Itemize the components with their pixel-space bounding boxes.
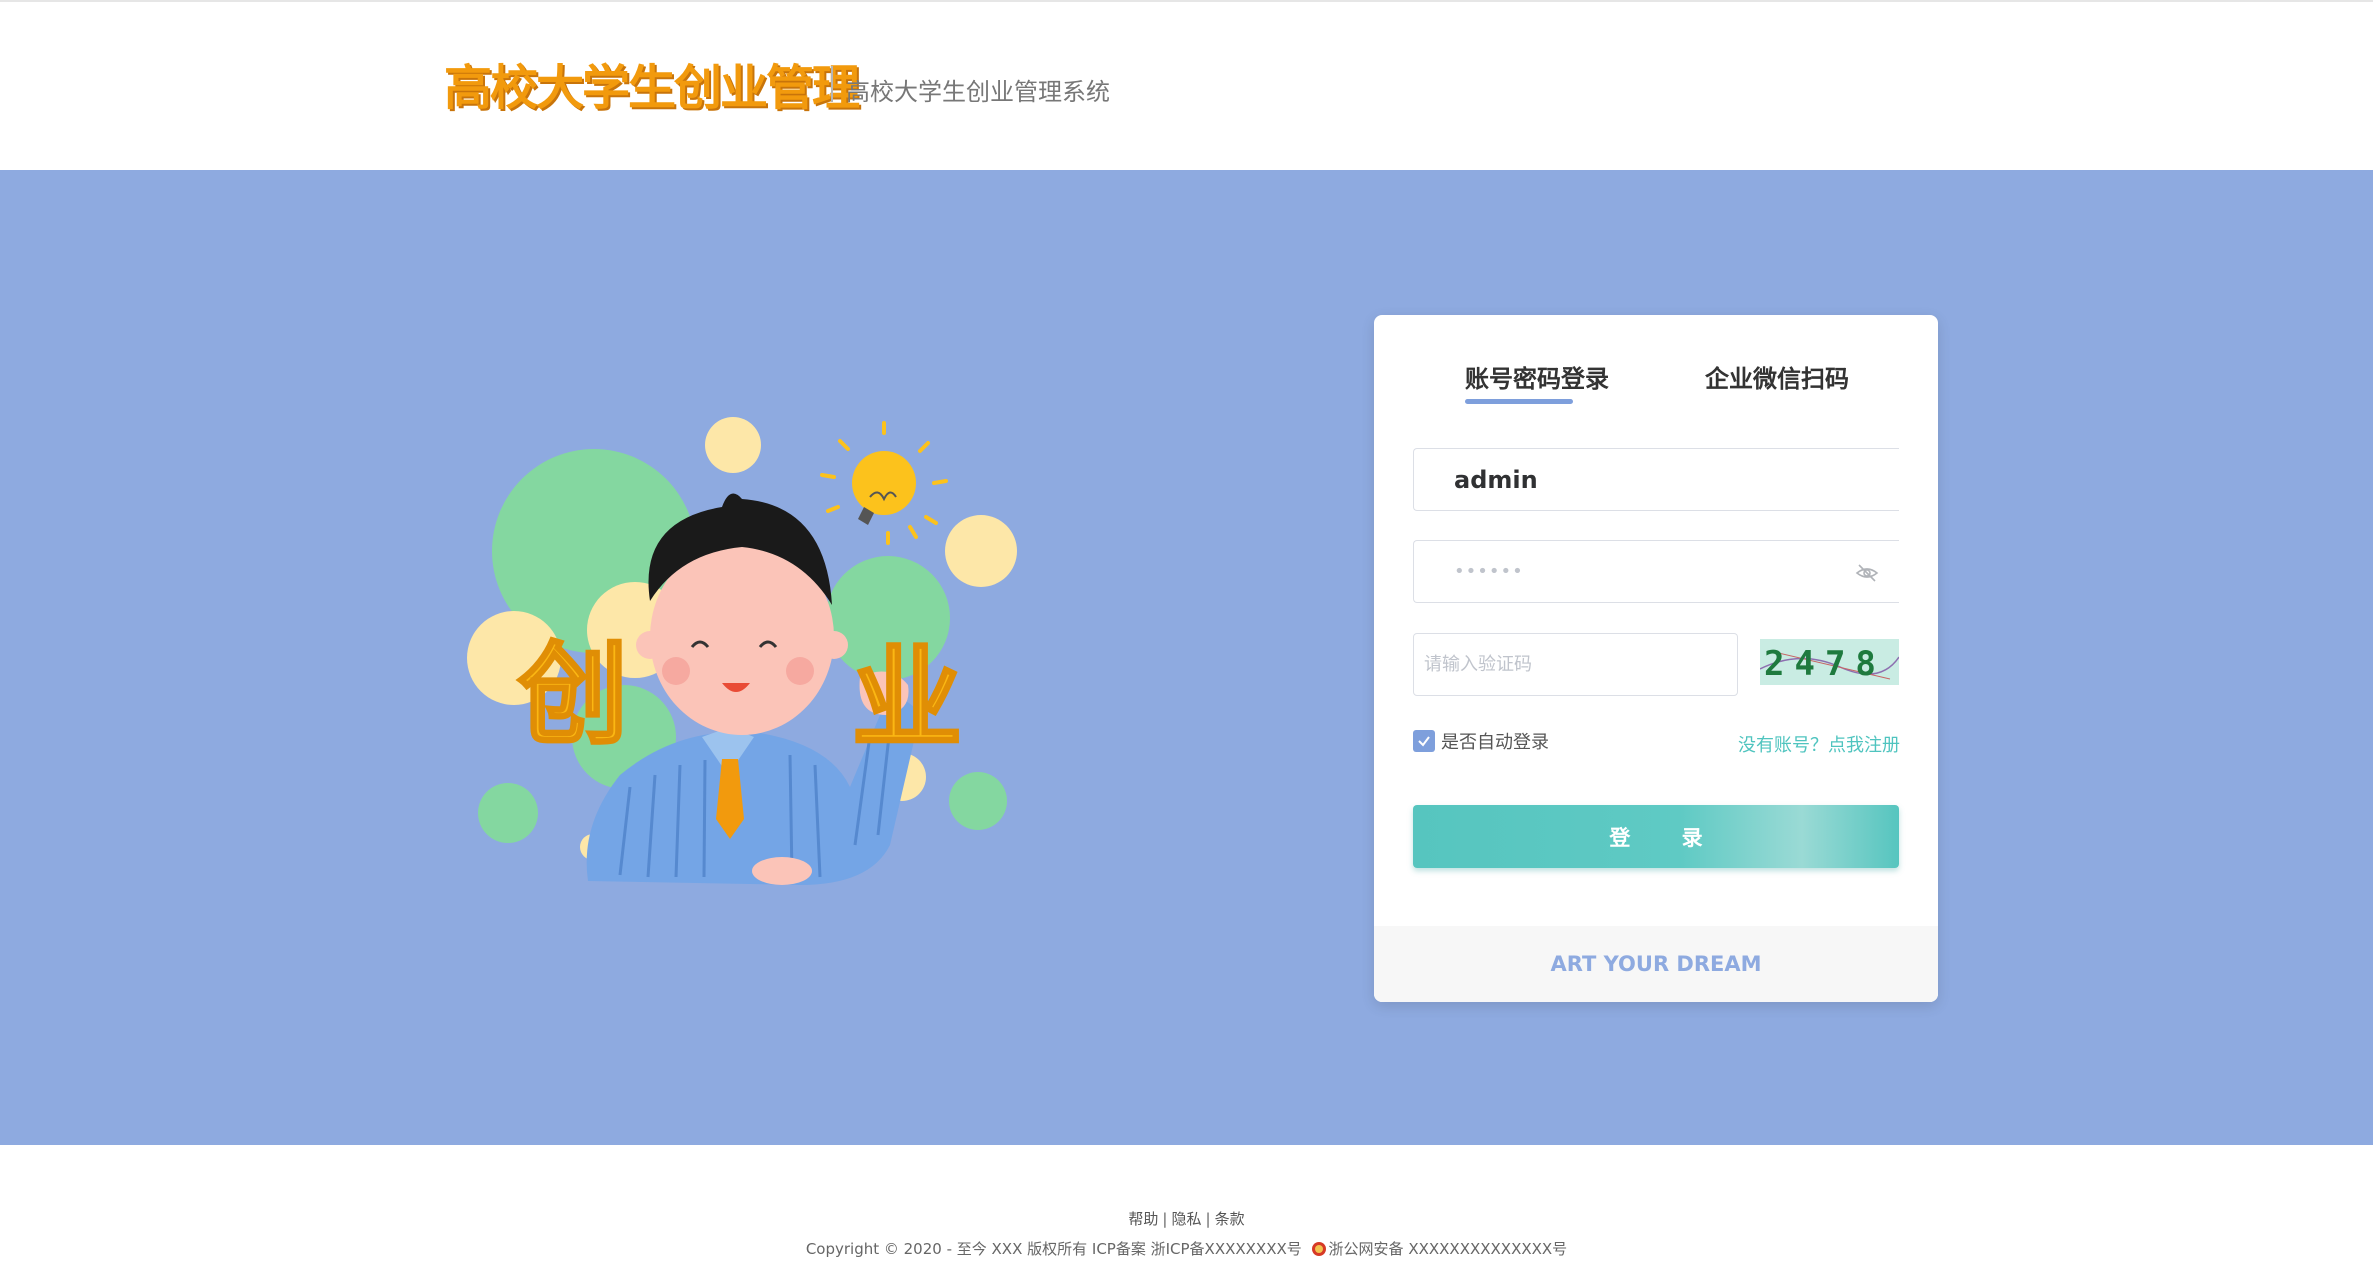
eye-hidden-icon[interactable]: [1855, 561, 1879, 585]
footer-separator: |: [1162, 1210, 1168, 1228]
register-link[interactable]: 没有账号？点我注册: [1738, 731, 1900, 757]
tab-account-password[interactable]: 账号密码登录: [1465, 359, 1609, 394]
active-tab-indicator: [1465, 399, 1573, 404]
password-field: [1413, 540, 1899, 603]
auto-login-label: 是否自动登录: [1441, 732, 1549, 753]
footer-link-privacy[interactable]: 隐私: [1171, 1210, 1201, 1228]
copyright-text: Copyright © 2020 - 至今 XXX 版权所有 ICP备案 浙IC…: [805, 1240, 1302, 1258]
captcha-text: 2478: [1764, 644, 1886, 684]
green-circle-bottom-left: [478, 783, 538, 843]
top-header: 高校大学生创业管理 高校大学生创业管理系统: [0, 0, 2373, 170]
footer-copyright: Copyright © 2020 - 至今 XXX 版权所有 ICP备案 浙IC…: [0, 1238, 2373, 1259]
illustration-char-chuang: 创: [518, 631, 628, 759]
illustration-char-ye: 业: [852, 635, 962, 763]
entrepreneur-illustration: 创 业: [467, 417, 1017, 885]
yellow-circle-right: [945, 515, 1017, 587]
captcha-field: [1413, 633, 1738, 696]
login-card: 账号密码登录 企业微信扫码 2478: [1374, 315, 1938, 1002]
auto-login-option[interactable]: 是否自动登录: [1413, 728, 1549, 754]
username-input[interactable]: [1414, 449, 1899, 510]
police-record-text[interactable]: 浙公网安备 XXXXXXXXXXXXXX号: [1329, 1240, 1568, 1258]
header-divider: [831, 66, 833, 102]
login-banner: 创 业 账号密码登录 企业微信扫码 2478: [0, 170, 2373, 1145]
police-badge-icon: [1311, 1242, 1326, 1256]
check-icon: [1418, 736, 1430, 747]
card-slogan: ART YOUR DREAM: [1374, 926, 1938, 1002]
lightbulb-icon: [820, 421, 948, 545]
captcha-image[interactable]: 2478: [1760, 639, 1899, 685]
auto-login-checkbox[interactable]: [1413, 730, 1435, 752]
footer-links: 帮助 | 隐私 | 条款: [0, 1208, 2373, 1229]
logo[interactable]: 高校大学生创业管理: [444, 48, 860, 118]
tab-wechat-scan[interactable]: 企业微信扫码: [1705, 359, 1849, 394]
footer-link-terms[interactable]: 条款: [1215, 1210, 1245, 1228]
captcha-input[interactable]: [1414, 634, 1737, 695]
footer-separator: |: [1205, 1210, 1211, 1228]
username-field: [1413, 448, 1899, 511]
login-button[interactable]: 登 录: [1413, 805, 1899, 868]
green-circle-bottom-right: [949, 772, 1007, 830]
yellow-circle-top: [705, 417, 761, 473]
system-subtitle: 高校大学生创业管理系统: [846, 78, 1110, 106]
footer-link-help[interactable]: 帮助: [1128, 1210, 1158, 1228]
password-input[interactable]: [1414, 541, 1899, 602]
